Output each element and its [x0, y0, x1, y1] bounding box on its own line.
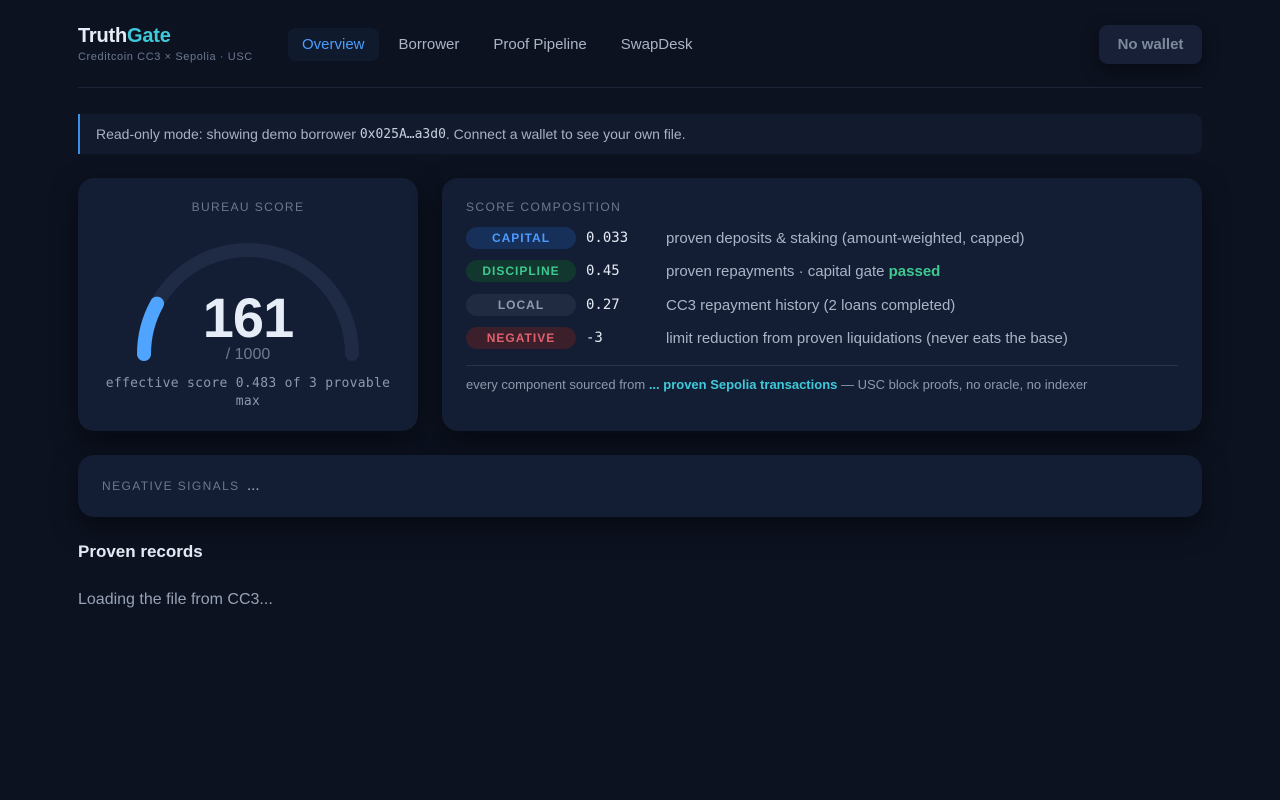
sepolia-transactions-link[interactable]: ... proven Sepolia transactions: [649, 377, 838, 392]
records-loading-text: Loading the file from CC3...: [78, 591, 273, 608]
demo-borrower-address: 0x025A…a3d0: [359, 126, 446, 142]
negative-tag: NEGATIVE: [466, 327, 576, 349]
composition-row-discipline: DISCIPLINE 0.45 proven repayments · capi…: [466, 260, 940, 282]
composition-title: SCORE COMPOSITION: [466, 200, 622, 214]
discipline-tag: DISCIPLINE: [466, 260, 576, 282]
composition-footer: every component sourced from ... proven …: [466, 377, 1087, 392]
capital-tag: CAPITAL: [466, 227, 576, 249]
negative-signals-card: NEGATIVE SIGNALS ...: [78, 455, 1202, 517]
footer-prefix: every component sourced from: [466, 377, 649, 392]
capital-description: proven deposits & staking (amount-weight…: [666, 229, 1025, 247]
composition-row-local: LOCAL 0.27 CC3 repayment history (2 loan…: [466, 294, 955, 316]
nav-tab-swapdesk[interactable]: SwapDesk: [607, 28, 707, 61]
score-composition-card: SCORE COMPOSITION CAPITAL 0.033 proven d…: [442, 178, 1202, 431]
negative-signals-value: ...: [247, 477, 260, 494]
score-max: / 1000: [225, 346, 271, 363]
brand[interactable]: TruthGate Creditcoin CC3 × Sepolia · USC: [78, 24, 253, 63]
composition-row-capital: CAPITAL 0.033 proven deposits & staking …: [466, 227, 1025, 249]
brand-subtitle: Creditcoin CC3 × Sepolia · USC: [78, 51, 253, 63]
local-value: 0.27: [586, 297, 620, 313]
brand-title: TruthGate: [78, 24, 253, 48]
main-nav: Overview Borrower Proof Pipeline SwapDes…: [288, 28, 706, 61]
discipline-desc-text: proven repayments · capital gate: [666, 262, 889, 280]
effective-score: effective score 0.483 of 3 provable max: [105, 376, 391, 409]
discipline-description: proven repayments · capital gate passed: [666, 263, 940, 280]
local-description: CC3 repayment history (2 loans completed…: [666, 296, 956, 314]
discipline-value: 0.45: [586, 263, 620, 279]
read-only-notice: Read-only mode: showing demo borrower 0x…: [78, 114, 1202, 154]
app-root: TruthGate Creditcoin CC3 × Sepolia · USC…: [78, 0, 1202, 608]
notice-prefix: Read-only mode: showing demo borrower: [96, 126, 356, 142]
composition-row-negative: NEGATIVE -3 limit reduction from proven …: [466, 327, 1068, 349]
composition-divider: [466, 365, 1178, 366]
brand-name-main: Truth: [78, 25, 127, 47]
brand-name-accent: Gate: [127, 25, 171, 47]
top-header: TruthGate Creditcoin CC3 × Sepolia · USC…: [78, 0, 1202, 88]
bureau-score-card: BUREAU SCORE 161 / 1000 effective score …: [78, 178, 418, 431]
bureau-score-label: BUREAU SCORE: [191, 200, 305, 214]
nav-tab-borrower[interactable]: Borrower: [385, 28, 474, 61]
score-value: 161: [202, 286, 294, 349]
nav-tab-overview[interactable]: Overview: [288, 28, 379, 61]
capital-value: 0.033: [586, 230, 629, 246]
notice-suffix: . Connect a wallet to see your own file.: [445, 126, 686, 142]
negative-signals-label: NEGATIVE SIGNALS: [102, 479, 240, 493]
proven-records-title: Proven records: [78, 542, 203, 561]
wallet-button[interactable]: No wallet: [1099, 25, 1202, 64]
negative-value: -3: [586, 330, 603, 346]
footer-suffix: — USC block proofs, no oracle, no indexe…: [837, 377, 1088, 392]
negative-description: limit reduction from proven liquidations…: [666, 329, 1068, 347]
nav-tab-proof-pipeline[interactable]: Proof Pipeline: [479, 28, 600, 61]
local-tag: LOCAL: [466, 294, 576, 316]
capital-gate-status: passed: [888, 262, 941, 280]
